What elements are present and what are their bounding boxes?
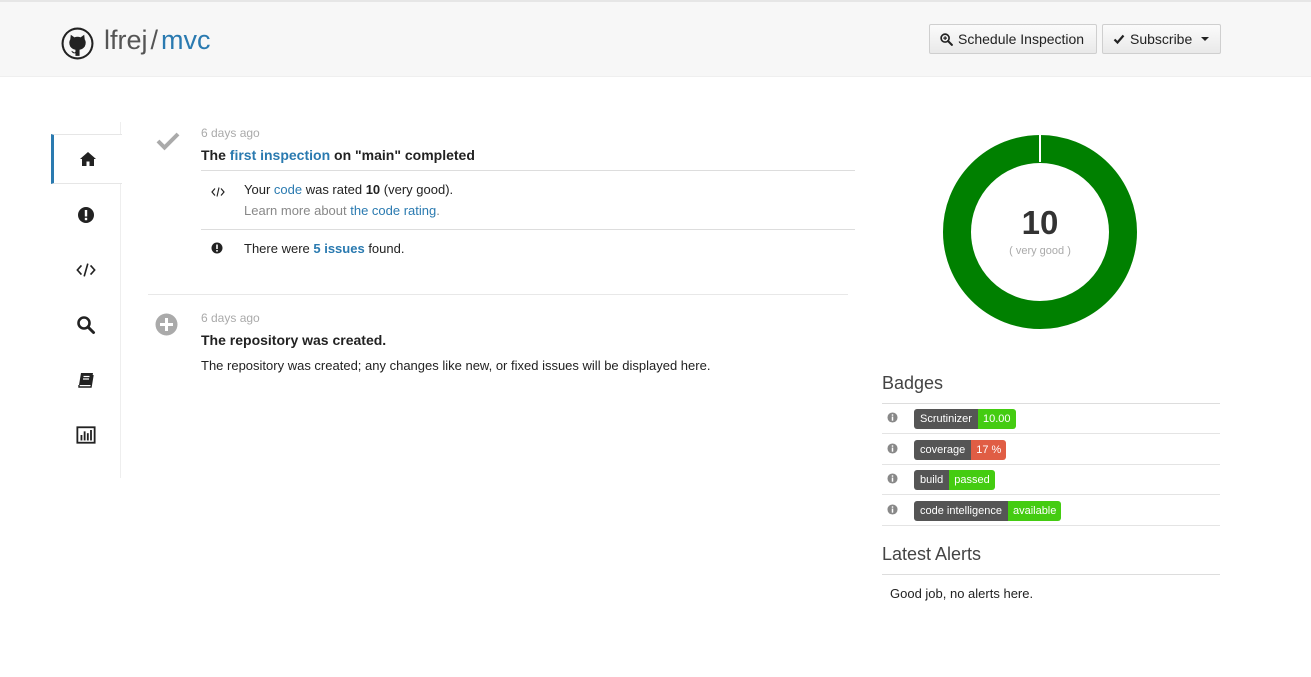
info-icon[interactable]: [887, 442, 898, 454]
rating-middle: was rated: [302, 182, 366, 197]
subscribe-button[interactable]: Subscribe: [1102, 24, 1221, 54]
event-timestamp: 6 days ago: [201, 311, 260, 325]
rating-prefix: Your: [244, 182, 274, 197]
badge-row: Scrutinizer 10.00: [882, 404, 1220, 434]
repo-name-link[interactable]: mvc: [161, 25, 211, 55]
event-title: The repository was created.: [201, 332, 387, 348]
issues-prefix: There were: [244, 241, 314, 256]
badge-label: Scrutinizer: [914, 409, 978, 429]
info-icon[interactable]: [887, 503, 898, 515]
alerts-heading: Latest Alerts: [882, 544, 982, 564]
badge-value: available: [1007, 500, 1062, 521]
plus-circle-icon: [155, 313, 178, 336]
learn-more-prefix: Learn more about: [244, 203, 351, 218]
sidebar-item-home[interactable]: [51, 134, 122, 184]
badge-label: code intelligence: [914, 500, 1008, 521]
badge-row: build passed: [882, 465, 1220, 495]
rating-value: 10: [1021, 204, 1059, 241]
repo-separator: /: [150, 25, 159, 55]
exclamation-circle-icon: [211, 242, 223, 254]
rating-value: 10: [365, 182, 381, 197]
caret-down-icon: [1201, 37, 1210, 41]
event-timestamp: 6 days ago: [201, 126, 260, 140]
info-icon[interactable]: [887, 473, 898, 484]
search-plus-icon: [940, 32, 953, 46]
rating-label: ( very good ): [1009, 245, 1071, 257]
issues-suffix: found.: [364, 241, 405, 256]
rating-suffix: (very good).: [380, 182, 454, 197]
sidebar-item-search[interactable]: [51, 300, 121, 350]
repo-owner-link[interactable]: lfrej: [104, 25, 148, 55]
badge-value: passed: [949, 470, 995, 490]
search-icon: [77, 316, 95, 334]
exclamation-circle-icon: [78, 207, 94, 223]
status-badge[interactable]: Scrutinizer 10.00: [914, 409, 1016, 429]
event-title-suffix: on "main" completed: [330, 147, 475, 163]
rating-text: Your code was rated 10 (very good). Lear…: [244, 179, 453, 221]
badges-heading: Badges: [882, 373, 944, 393]
event-title-prefix: The: [201, 147, 230, 163]
code-icon: [211, 187, 225, 197]
issues-link[interactable]: 5 issues: [313, 241, 364, 256]
top-header: lfrej / mvc Schedule Inspection Subscribe: [0, 0, 1311, 77]
event-title: The first inspection on "main" completed: [201, 147, 475, 163]
badge-label: coverage: [914, 439, 972, 460]
sidebar-item-issues[interactable]: [51, 190, 121, 240]
first-inspection-link[interactable]: first inspection: [230, 147, 330, 163]
issues-text: There were 5 issues found.: [244, 238, 404, 259]
event-body: The repository was created; any changes …: [201, 358, 711, 373]
sidebar-item-code[interactable]: [51, 245, 121, 295]
badge-label: build: [914, 470, 950, 490]
subscribe-label: Subscribe: [1130, 31, 1193, 47]
repo-title: lfrej / mvc: [104, 25, 211, 56]
badge-value: 17 %: [971, 439, 1007, 460]
alerts-divider: [882, 574, 1220, 575]
sidebar-item-statistics[interactable]: [51, 410, 121, 460]
badge-value: 10.00: [977, 409, 1016, 429]
check-icon: [1113, 34, 1125, 45]
checkmark-icon: [156, 132, 180, 151]
alerts-empty-text: Good job, no alerts here.: [890, 586, 1034, 601]
code-icon: [76, 263, 96, 277]
code-rating-link[interactable]: the code rating: [350, 203, 436, 218]
issues-subitem: There were 5 issues found.: [201, 229, 855, 269]
github-logo-icon[interactable]: [61, 27, 94, 60]
status-badge[interactable]: coverage 17 %: [914, 439, 1007, 460]
status-badge[interactable]: code intelligence available: [914, 500, 1062, 521]
learn-more-suffix: .: [436, 203, 440, 218]
left-sidebar: [51, 122, 122, 478]
status-badge[interactable]: build passed: [914, 470, 995, 490]
code-link[interactable]: code: [274, 182, 302, 197]
badge-row: coverage 17 %: [882, 435, 1220, 465]
badge-row: code intelligence available: [882, 496, 1220, 526]
schedule-inspection-button[interactable]: Schedule Inspection: [929, 24, 1097, 54]
book-icon: [78, 373, 94, 388]
info-icon[interactable]: [887, 412, 898, 423]
home-icon: [80, 152, 96, 166]
bar-chart-icon: [76, 426, 96, 444]
rating-subitem: Your code was rated 10 (very good). Lear…: [201, 170, 855, 230]
sidebar-item-docs[interactable]: [51, 355, 121, 405]
feed-divider: [148, 294, 848, 295]
schedule-inspection-label: Schedule Inspection: [958, 31, 1085, 47]
